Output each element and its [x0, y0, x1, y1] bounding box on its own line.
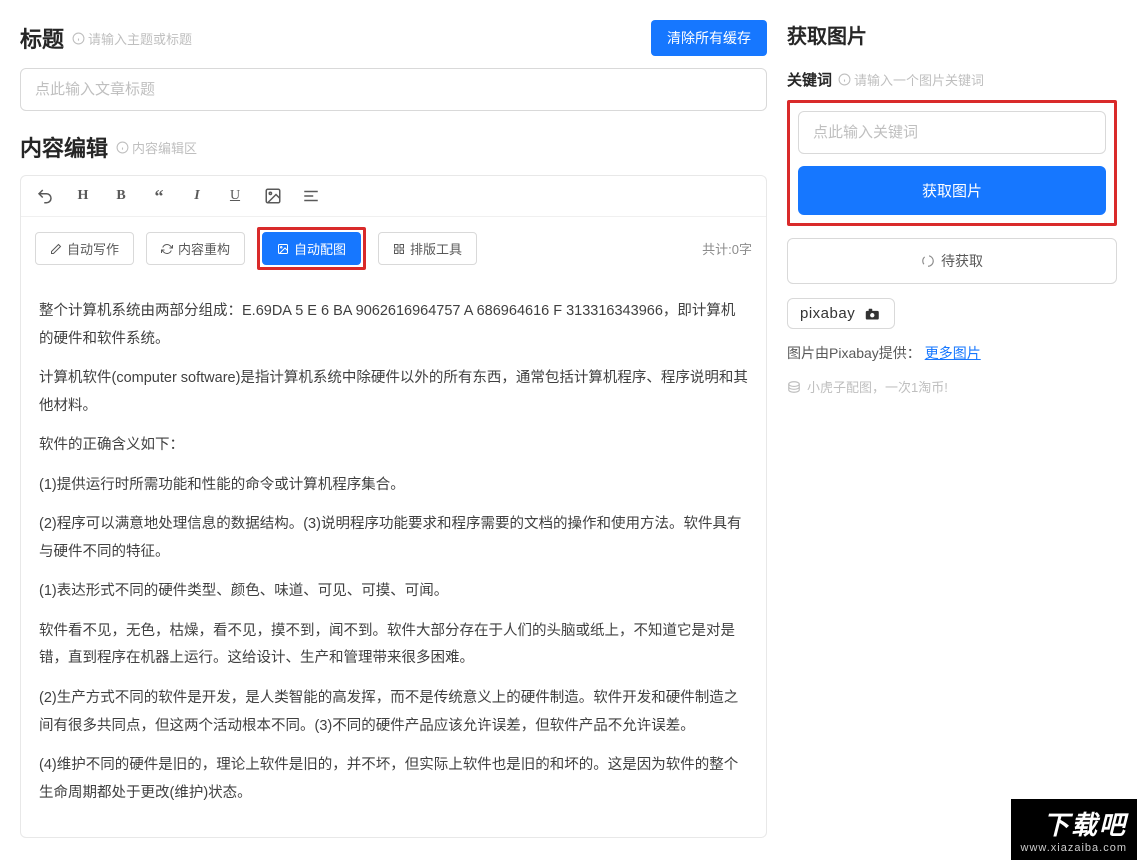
content-header: 内容编辑 内容编辑区	[20, 131, 767, 163]
editor-body[interactable]: 整个计算机系统由两部分组成：E.69DA 5 E 6 BA 9062616964…	[21, 280, 766, 837]
fetch-image-button[interactable]: 获取图片	[798, 166, 1106, 215]
editor-card: H B “ I U 自动写作 内容重构	[20, 175, 767, 838]
paragraph: (1)表达形式不同的硬件类型、颜色、味道、可见、可摸、可闻。	[39, 578, 748, 606]
paragraph: (2)生产方式不同的软件是开发，是人类智能的高发挥，而不是传统意义上的硬件制造。…	[39, 685, 748, 740]
undo-icon[interactable]	[35, 186, 55, 206]
keyword-input[interactable]	[798, 111, 1106, 154]
title-header: 标题 请输入主题或标题 清除所有缓存	[20, 20, 767, 56]
paragraph: 软件的正确含义如下：	[39, 432, 748, 460]
paragraph: (2)程序可以满意地处理信息的数据结构。(3)说明程序功能要求和程序需要的文档的…	[39, 511, 748, 566]
watermark: 下载吧 www.xiazaiba.com	[1011, 799, 1137, 860]
paragraph: 软件看不见，无色，枯燥，看不见，摸不到，闻不到。软件大部分存在于人们的头脑或纸上…	[39, 618, 748, 673]
camera-icon	[864, 305, 882, 322]
refresh-icon	[161, 243, 173, 255]
layout-tool-button[interactable]: 排版工具	[378, 232, 477, 265]
content-hint: 内容编辑区	[116, 138, 197, 157]
title-label: 标题	[20, 22, 64, 54]
coin-note: 小虎子配图，一次1淘币!	[787, 377, 1117, 396]
info-icon	[116, 141, 129, 154]
restructure-button[interactable]: 内容重构	[146, 232, 245, 265]
watermark-text: 下载吧	[1021, 805, 1127, 842]
coin-icon	[787, 380, 801, 394]
italic-icon[interactable]: I	[187, 186, 207, 206]
grid-icon	[393, 243, 405, 255]
bold-icon[interactable]: B	[111, 186, 131, 206]
pending-button[interactable]: 待获取	[787, 238, 1117, 284]
image-icon[interactable]	[263, 186, 283, 206]
keyword-label: 关键词	[787, 69, 832, 90]
pixabay-badge: pixabay	[787, 298, 895, 329]
keyword-highlight-box: 获取图片	[787, 100, 1117, 226]
watermark-url: www.xiazaiba.com	[1021, 842, 1127, 854]
info-icon	[72, 32, 85, 45]
main-panel: 标题 请输入主题或标题 清除所有缓存 内容编辑 内容编辑区	[20, 20, 767, 838]
image-icon	[277, 243, 289, 255]
underline-icon[interactable]: U	[225, 186, 245, 206]
paragraph: 计算机软件(computer software)是指计算机系统中除硬件以外的所有…	[39, 365, 748, 420]
quote-icon[interactable]: “	[149, 186, 169, 206]
sidebar-heading: 获取图片	[787, 20, 1117, 49]
content-label: 内容编辑	[20, 131, 108, 163]
keyword-header: 关键词 请输入一个图片关键词	[787, 69, 1117, 90]
auto-write-button[interactable]: 自动写作	[35, 232, 134, 265]
paragraph: 整个计算机系统由两部分组成：E.69DA 5 E 6 BA 9062616964…	[39, 298, 748, 353]
formatting-toolbar: H B “ I U	[21, 176, 766, 217]
action-toolbar: 自动写作 内容重构 自动配图 排版工具	[21, 217, 766, 280]
sidebar-panel: 获取图片 关键词 请输入一个图片关键词 获取图片 待获取 pixabay	[787, 20, 1117, 838]
pencil-icon	[50, 243, 62, 255]
auto-image-button[interactable]: 自动配图	[262, 232, 361, 265]
loading-icon	[921, 254, 935, 268]
info-icon	[838, 73, 851, 86]
heading-icon[interactable]: H	[73, 186, 93, 206]
word-count: 共计:0字	[702, 239, 752, 258]
paragraph: (1)提供运行时所需功能和性能的命令或计算机程序集合。	[39, 472, 748, 500]
auto-image-highlight: 自动配图	[257, 227, 366, 270]
clear-cache-button[interactable]: 清除所有缓存	[651, 20, 767, 56]
more-images-link[interactable]: 更多图片	[925, 345, 981, 361]
align-icon[interactable]	[301, 186, 321, 206]
title-input[interactable]	[20, 68, 767, 111]
keyword-hint: 请输入一个图片关键词	[838, 70, 984, 89]
paragraph: (4)维护不同的硬件是旧的，理论上软件是旧的，并不坏，但实际上软件也是旧的和坏的…	[39, 752, 748, 807]
title-hint: 请输入主题或标题	[72, 29, 192, 48]
pixabay-attribution: 图片由Pixabay提供： 更多图片	[787, 343, 1117, 363]
